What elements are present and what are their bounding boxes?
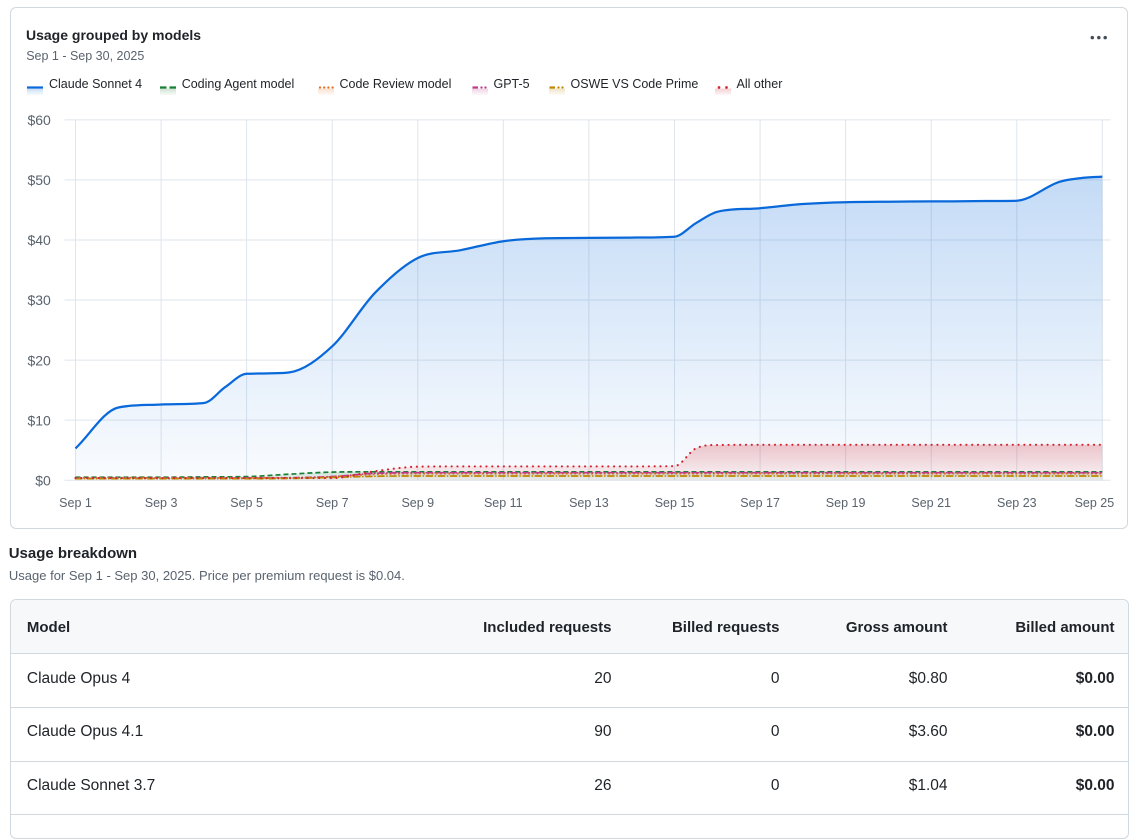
svg-text:Sep 17: Sep 17 [740, 496, 780, 510]
svg-text:Sep 15: Sep 15 [655, 496, 695, 510]
svg-text:$50: $50 [27, 172, 51, 188]
svg-text:$20: $20 [27, 352, 51, 368]
svg-text:Sep 25: Sep 25 [1075, 496, 1115, 510]
svg-text:Sep 9: Sep 9 [401, 496, 434, 510]
svg-text:$60: $60 [27, 112, 51, 128]
svg-text:Sep 23: Sep 23 [997, 496, 1037, 510]
svg-text:Sep 1: Sep 1 [59, 496, 92, 510]
svg-text:$40: $40 [27, 232, 51, 248]
svg-text:Sep 19: Sep 19 [826, 496, 866, 510]
svg-text:Sep 11: Sep 11 [484, 496, 523, 510]
svg-text:$0: $0 [35, 472, 51, 488]
svg-text:$30: $30 [27, 292, 51, 308]
svg-text:Sep 13: Sep 13 [569, 496, 609, 510]
svg-text:$10: $10 [27, 412, 51, 428]
svg-text:Sep 21: Sep 21 [911, 496, 951, 510]
svg-text:Sep 7: Sep 7 [316, 496, 349, 510]
svg-text:Sep 5: Sep 5 [230, 496, 263, 510]
svg-text:Sep 3: Sep 3 [145, 496, 178, 510]
